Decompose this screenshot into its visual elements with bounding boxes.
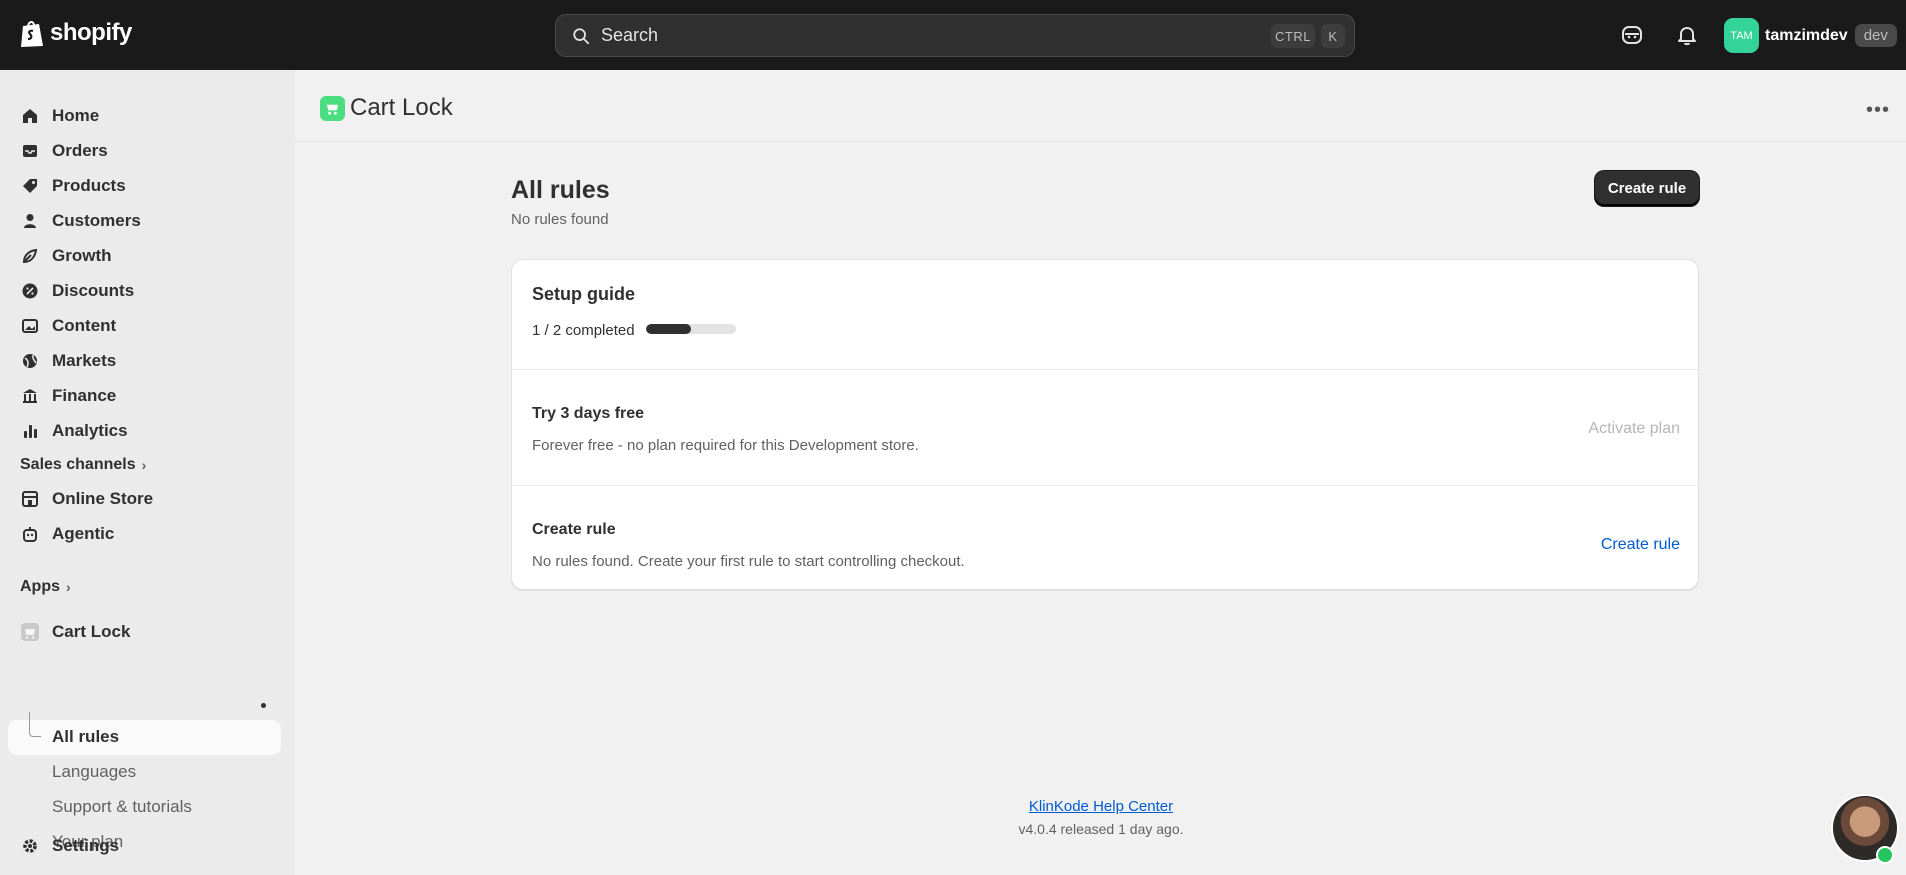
shortcut-ctrl: CTRL xyxy=(1271,24,1315,48)
sidebar-item-markets[interactable]: Markets xyxy=(20,346,116,376)
sidebar-item-orders[interactable]: Orders xyxy=(20,136,108,166)
chevron-right-icon: › xyxy=(141,457,147,473)
active-item-highlight xyxy=(8,720,281,755)
bell-icon[interactable] xyxy=(1674,22,1700,48)
sidebar-item-label: Customers xyxy=(52,211,141,230)
sidebar: Home Orders Products Customers Growth Di… xyxy=(0,70,295,875)
image-icon xyxy=(20,316,40,336)
sidebar-item-content[interactable]: Content xyxy=(20,311,116,341)
sidebar-item-label: Agentic xyxy=(52,524,115,543)
home-icon xyxy=(20,106,40,126)
setup-guide-title: Setup guide xyxy=(532,284,635,304)
app-title: Cart Lock xyxy=(320,94,453,122)
shopify-logo[interactable]: shopify xyxy=(19,18,132,48)
user-avatar: TAM xyxy=(1724,18,1759,53)
sidebar-item-products[interactable]: Products xyxy=(20,171,126,201)
sales-channels-section[interactable]: Sales channels › xyxy=(20,456,146,474)
sidebar-item-label: Online Store xyxy=(52,489,154,508)
help-center-footer: KlinKode Help Center xyxy=(0,798,1906,816)
user-menu[interactable]: TAM tamzimdev dev xyxy=(1724,18,1897,53)
tree-connector xyxy=(29,712,41,737)
sidebar-item-label: Content xyxy=(52,316,117,335)
divider xyxy=(512,369,1698,370)
globe-icon xyxy=(20,351,40,371)
cart-lock-app-icon xyxy=(320,95,345,121)
sidebar-subitem-all-rules[interactable]: All rules xyxy=(52,722,119,752)
sidebar-item-label: Finance xyxy=(52,386,117,405)
top-bar: shopify Search CTRL K TAM tamzimdev dev xyxy=(0,0,1906,70)
search-bar[interactable]: Search CTRL K xyxy=(555,14,1355,57)
setup-progress-text: 1 / 2 completed xyxy=(532,322,635,339)
online-status-icon xyxy=(1876,846,1894,864)
sidebar-item-finance[interactable]: Finance xyxy=(20,381,116,411)
sidebar-item-label: Settings xyxy=(52,836,120,855)
username: tamzimdev xyxy=(1765,26,1848,44)
setup-progress-bar xyxy=(646,324,736,334)
store-badge: dev xyxy=(1854,24,1897,47)
app-pinned-dot xyxy=(261,703,266,708)
section-label: Sales channels xyxy=(20,456,136,473)
chevron-right-icon: › xyxy=(66,579,71,595)
sidebar-item-discounts[interactable]: Discounts xyxy=(20,276,134,306)
sidebar-item-label: Cart Lock xyxy=(52,622,131,641)
sidekick-icon[interactable] xyxy=(1619,22,1645,48)
sidebar-item-customers[interactable]: Customers xyxy=(20,206,141,236)
divider xyxy=(512,485,1698,486)
person-icon xyxy=(20,211,40,231)
sidebar-item-label: Home xyxy=(52,106,100,125)
more-actions-icon[interactable]: ••• xyxy=(1866,100,1890,120)
cart-lock-app-icon xyxy=(20,622,40,642)
agent-icon xyxy=(20,524,40,544)
app-title-text: Cart Lock xyxy=(350,94,453,121)
task-title: Create rule xyxy=(532,521,616,538)
growth-icon xyxy=(20,246,40,266)
discount-icon xyxy=(20,281,40,301)
inbox-icon xyxy=(20,141,40,161)
task-description: No rules found. Create your first rule t… xyxy=(532,553,965,570)
sidebar-item-analytics[interactable]: Analytics xyxy=(20,416,128,446)
apps-section[interactable]: Apps › xyxy=(20,578,71,596)
gear-icon xyxy=(20,836,40,856)
sidebar-item-agentic[interactable]: Agentic xyxy=(20,519,114,549)
shortcut-k: K xyxy=(1321,24,1345,48)
app-header: Cart Lock ••• xyxy=(295,70,1906,142)
create-rule-button[interactable]: Create rule xyxy=(1595,171,1699,206)
setup-guide-card: Setup guide 1 / 2 completed Try 3 days f… xyxy=(511,259,1699,590)
search-placeholder: Search xyxy=(601,25,659,45)
bank-icon xyxy=(20,386,40,406)
task-title: Try 3 days free xyxy=(532,405,645,422)
sidebar-item-cart-lock[interactable]: Cart Lock xyxy=(20,617,130,647)
sidebar-item-growth[interactable]: Growth xyxy=(20,241,112,271)
activate-plan-button: Activate plan xyxy=(1588,420,1680,437)
sidebar-subitem-languages[interactable]: Languages xyxy=(52,757,136,787)
page-subtitle: No rules found xyxy=(511,211,609,228)
version-text: v4.0.4 released 1 day ago. xyxy=(1018,821,1184,837)
sidebar-item-label: Analytics xyxy=(52,421,128,440)
sidebar-item-label: Growth xyxy=(52,246,112,265)
task-description: Forever free - no plan required for this… xyxy=(532,437,919,454)
setup-progress-fill xyxy=(646,324,691,334)
tag-icon xyxy=(20,176,40,196)
sidebar-item-home[interactable]: Home xyxy=(20,101,99,131)
sidebar-item-label: Orders xyxy=(52,141,108,160)
help-center-link[interactable]: KlinKode Help Center xyxy=(1029,798,1173,815)
sidebar-item-label: Discounts xyxy=(52,281,135,300)
sidebar-item-online-store[interactable]: Online Store xyxy=(20,484,153,514)
brand-name: shopify xyxy=(50,19,132,46)
page-title: All rules xyxy=(511,176,610,204)
sidebar-item-label: Products xyxy=(52,176,126,195)
shopify-bag-icon xyxy=(21,21,43,47)
store-icon xyxy=(20,489,40,509)
create-rule-link[interactable]: Create rule xyxy=(1601,536,1680,554)
bar-chart-icon xyxy=(20,421,40,441)
search-icon xyxy=(573,27,590,44)
section-label: Apps xyxy=(20,578,60,595)
sidebar-item-label: Markets xyxy=(52,351,117,370)
